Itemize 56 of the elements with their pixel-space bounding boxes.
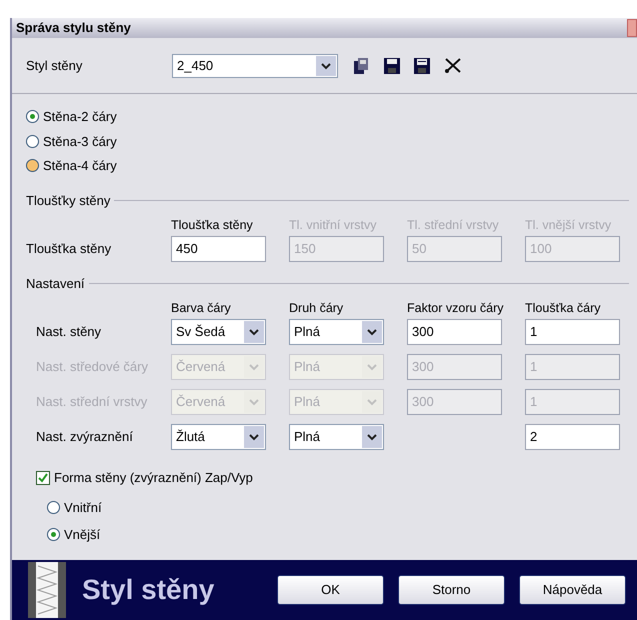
radio-label: Vnější bbox=[64, 526, 100, 544]
caret-icon bbox=[244, 356, 264, 378]
caret-icon bbox=[244, 391, 264, 413]
column-header: Tl. vnitřní vrstvy bbox=[289, 217, 378, 234]
column-header: Tl. střední vrstvy bbox=[407, 217, 500, 234]
caret-icon bbox=[362, 426, 382, 448]
input-field[interactable]: 2 bbox=[525, 424, 620, 450]
group-label: Tloušťky stěny bbox=[26, 192, 110, 210]
copy-icon[interactable] bbox=[352, 56, 370, 74]
wall-icon bbox=[28, 562, 66, 618]
radio-button[interactable] bbox=[26, 134, 39, 148]
row-label: Nast. střední vrstvy bbox=[36, 393, 148, 412]
column-header: Barva čáry bbox=[171, 300, 232, 318]
dropdown[interactable]: Žlutá bbox=[171, 424, 266, 450]
dropdown[interactable]: Sv Šedá bbox=[171, 319, 266, 345]
column-header: Druh čáry bbox=[289, 300, 344, 318]
window-title: Správa stylu stěny bbox=[16, 19, 131, 38]
row-label: Nast. stěny bbox=[36, 323, 102, 342]
caret-icon bbox=[316, 56, 336, 76]
footer-title: Styl stěny bbox=[82, 573, 216, 607]
dialog-button[interactable]: Nápověda bbox=[519, 575, 626, 605]
caret-icon bbox=[362, 356, 382, 378]
radio-label: Stěna-4 čáry bbox=[43, 157, 117, 175]
radio-label: Vnitřní bbox=[64, 498, 102, 516]
radio-label: Stěna-3 čáry bbox=[43, 132, 117, 151]
radio-button[interactable] bbox=[26, 159, 39, 172]
caret-icon bbox=[362, 321, 382, 343]
row-label: Nast. středové čáry bbox=[36, 358, 149, 376]
column-header: Tloušťka stěny bbox=[171, 217, 254, 234]
column-header: Faktor vzoru čáry bbox=[407, 300, 502, 318]
style-dropdown[interactable]: 2_450 bbox=[172, 54, 338, 78]
input-field[interactable]: 300 bbox=[407, 319, 502, 345]
scissors-icon[interactable] bbox=[444, 58, 462, 74]
save-as-icon[interactable] bbox=[414, 58, 430, 74]
caret-icon bbox=[244, 321, 264, 343]
group-label: Nastavení bbox=[26, 274, 85, 293]
radio-button[interactable] bbox=[47, 500, 60, 514]
dropdown[interactable]: Plná bbox=[289, 424, 384, 450]
column-header: Tloušťka čáry bbox=[525, 300, 602, 318]
field-label: Styl stěny bbox=[26, 56, 84, 75]
input-field[interactable]: 1 bbox=[525, 319, 620, 345]
column-header: Tl. vnější vrstvy bbox=[525, 217, 612, 234]
input-field[interactable]: 450 bbox=[171, 236, 266, 262]
dropdown[interactable]: Plná bbox=[289, 319, 384, 345]
save-icon[interactable] bbox=[384, 58, 400, 74]
checkbox[interactable] bbox=[36, 470, 50, 485]
checkbox-label: Forma stěny (zvýraznění) Zap/Vyp bbox=[54, 469, 253, 487]
row-label: Nast. zvýraznění bbox=[36, 428, 134, 446]
caret-icon bbox=[244, 426, 264, 448]
row-label: Tloušťka stěny bbox=[26, 240, 112, 258]
dialog-button[interactable]: Storno bbox=[398, 575, 505, 605]
radio-button[interactable] bbox=[47, 528, 60, 542]
caret-icon bbox=[362, 391, 382, 413]
radio-button[interactable] bbox=[26, 110, 39, 124]
dialog-button[interactable]: OK bbox=[277, 575, 384, 605]
radio-label: Stěna-2 čáry bbox=[43, 108, 117, 126]
